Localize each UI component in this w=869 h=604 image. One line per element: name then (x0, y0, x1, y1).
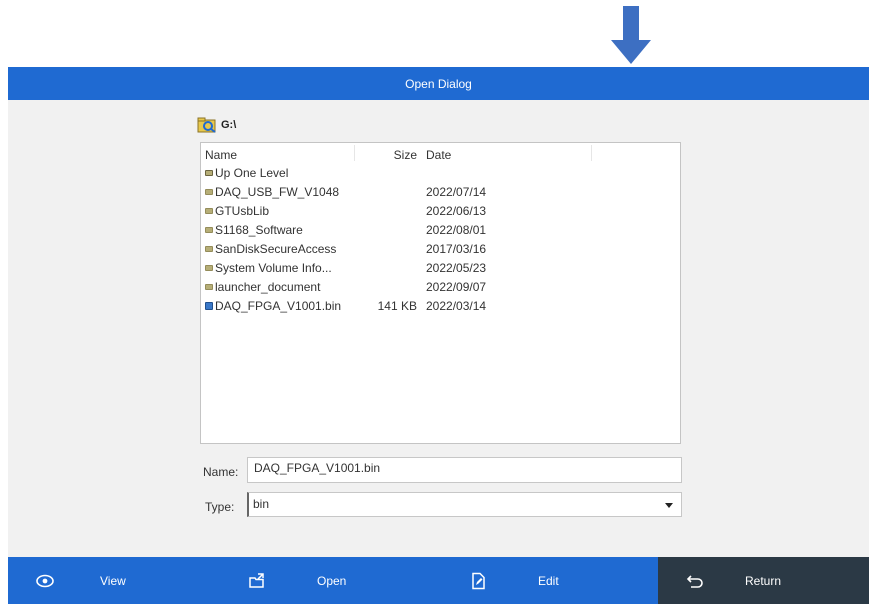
current-location: G:\ (197, 117, 236, 133)
drive-label: G:\ (221, 119, 237, 131)
folder-icon (205, 227, 213, 233)
eye-icon (36, 574, 54, 588)
open-folder-icon (249, 573, 264, 588)
folder-icon (205, 189, 213, 195)
list-item-date: 2022/08/01 (426, 223, 487, 237)
return-label: Return (745, 573, 782, 588)
column-header-name[interactable]: Name (205, 146, 237, 164)
list-item-name: DAQ_FPGA_V1001.bin (215, 299, 342, 313)
open-label: Open (317, 573, 347, 588)
file-list-header: Name Size Date (205, 146, 675, 164)
edit-label: Edit (538, 573, 559, 588)
file-name-field[interactable]: DAQ_FPGA_V1001.bin (247, 457, 682, 483)
list-item-name: launcher_document (215, 280, 321, 294)
list-item[interactable]: Up One Level (205, 164, 675, 182)
list-item-name: Up One Level (215, 166, 289, 180)
folder-icon (205, 208, 213, 214)
list-item[interactable]: GTUsbLib 2022/06/13 (205, 202, 675, 220)
list-item-name: SanDiskSecureAccess (215, 242, 337, 256)
file-name-value: DAQ_FPGA_V1001.bin (254, 461, 381, 475)
file-type-select[interactable]: bin (247, 492, 682, 517)
view-button[interactable]: View (8, 557, 168, 604)
name-label: Name: (203, 465, 239, 479)
list-item-name: System Volume Info... (215, 261, 332, 275)
edit-document-icon (472, 572, 485, 590)
list-item-name: DAQ_USB_FW_V1048 (215, 185, 340, 199)
list-item-date: 2017/03/16 (426, 242, 487, 256)
dialog-title-bar: Open Dialog (8, 67, 869, 100)
list-item-date: 2022/07/14 (426, 185, 487, 199)
edit-button[interactable]: Edit (453, 557, 613, 604)
type-label: Type: (205, 500, 235, 514)
bottom-toolbar: View Open Edit Return (8, 557, 869, 604)
return-arrow-icon (686, 575, 703, 588)
list-item[interactable]: S1168_Software 2022/08/01 (205, 221, 675, 239)
list-item-name: GTUsbLib (215, 204, 270, 218)
list-item-date: 2022/06/13 (426, 204, 487, 218)
column-header-size[interactable]: Size (365, 146, 417, 164)
list-item[interactable]: System Volume Info... 2022/05/23 (205, 259, 675, 277)
open-button[interactable]: Open (233, 557, 393, 604)
list-item[interactable]: SanDiskSecureAccess 2017/03/16 (205, 240, 675, 258)
list-item-date: 2022/05/23 (426, 261, 487, 275)
up-folder-icon (205, 170, 213, 176)
column-header-date[interactable]: Date (426, 146, 451, 164)
list-item[interactable]: launcher_document 2022/09/07 (205, 278, 675, 296)
folder-icon (205, 246, 213, 252)
return-button[interactable]: Return (658, 557, 869, 604)
file-list[interactable]: Name Size Date Up One Level DAQ_USB_FW_V… (200, 142, 681, 444)
dialog-title: Open Dialog (405, 76, 472, 91)
list-item[interactable]: DAQ_FPGA_V1001.bin 141 KB 2022/03/14 (205, 297, 675, 315)
file-type-value: bin (253, 497, 270, 511)
chevron-down-icon[interactable] (665, 503, 673, 508)
folder-icon (205, 284, 213, 290)
drive-folder-icon (197, 117, 216, 133)
folder-icon (205, 265, 213, 271)
view-label: View (100, 573, 126, 588)
list-item-date: 2022/09/07 (426, 280, 487, 294)
list-item-name: S1168_Software (215, 223, 303, 237)
file-icon (205, 302, 213, 310)
down-arrow-icon (611, 6, 651, 64)
list-item-size: 141 KB (377, 299, 417, 313)
list-item-date: 2022/03/14 (426, 299, 487, 313)
list-item[interactable]: DAQ_USB_FW_V1048 2022/07/14 (205, 183, 675, 201)
